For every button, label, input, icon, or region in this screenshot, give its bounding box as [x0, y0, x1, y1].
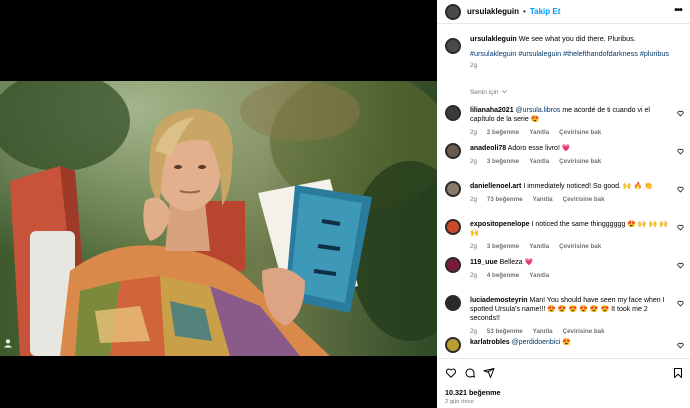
- comment-like-heart-icon[interactable]: [677, 186, 684, 193]
- bookmark-icon[interactable]: [672, 367, 684, 379]
- caption-username[interactable]: ursulakleguin: [470, 34, 517, 43]
- caption-time: 2g: [470, 62, 478, 69]
- post-time-ago: 2 gün önce: [445, 399, 474, 405]
- comment-icon[interactable]: [464, 367, 476, 379]
- post-photo[interactable]: [0, 81, 437, 356]
- comment-mention[interactable]: @perdidoenbici: [512, 339, 561, 346]
- comment-item: luciademosteyrin Man! You should have se…: [445, 290, 690, 335]
- caption-text: We see what you did there. Pluribus.: [518, 34, 636, 43]
- comment-avatar[interactable]: [445, 219, 461, 235]
- comment-username[interactable]: karlatrobles: [470, 339, 510, 346]
- comment-likes[interactable]: 3 beğenme: [487, 157, 519, 166]
- comment-time: 2g: [470, 129, 477, 136]
- photo-illustration: [0, 81, 437, 356]
- reply-button[interactable]: Yanıtla: [529, 128, 549, 137]
- comment-like-heart-icon[interactable]: [677, 148, 684, 155]
- share-icon[interactable]: [483, 367, 495, 379]
- post-side-panel: ursulakleguin • Takip Et ••• ursulaklegu…: [437, 0, 690, 408]
- post-header: ursulakleguin • Takip Et •••: [437, 0, 690, 24]
- comment-text: Adoro esse livro! 💗: [507, 145, 571, 152]
- comment-avatar[interactable]: [445, 257, 461, 273]
- caption-avatar[interactable]: [445, 38, 461, 54]
- post-media: [0, 0, 437, 408]
- post-caption: ursulakleguin We see what you did there.…: [445, 34, 685, 71]
- see-translation-button[interactable]: Çevirisine bak: [559, 157, 601, 166]
- comment-text: I immediately noticed! So good. 🙌 🔥 👏: [523, 183, 653, 190]
- comment-username[interactable]: anadeoli78: [470, 145, 506, 152]
- comment-likes[interactable]: 2 beğenme: [487, 128, 519, 137]
- comment-mention[interactable]: @ursula.libros: [516, 107, 561, 114]
- like-count[interactable]: 10.321 beğenme: [445, 388, 501, 397]
- comment-username[interactable]: daniellenoel.art: [470, 183, 521, 190]
- heart-icon[interactable]: [445, 367, 457, 379]
- post-actions-bar: 10.321 beğenme 2 gün önce: [437, 358, 690, 408]
- author-username[interactable]: ursulakleguin: [467, 7, 519, 16]
- comment-time: 2g: [470, 272, 477, 279]
- reply-button[interactable]: Yanıtla: [529, 271, 549, 280]
- comment-sort-label: Senin için: [470, 89, 499, 96]
- comment-item: expositopenelope I noticed the same thin…: [445, 214, 690, 252]
- comment-like-heart-icon[interactable]: [677, 262, 684, 269]
- comment-item: 119_uue Belleza 💗 2g 4 beğenme Yanıtla: [445, 252, 690, 290]
- comment-likes[interactable]: 73 beğenme: [487, 195, 523, 204]
- caption-hashtags[interactable]: #ursulakleguin #ursulaleguin #thelefthan…: [470, 49, 685, 59]
- chevron-down-icon: [502, 90, 508, 94]
- comment-username[interactable]: expositopenelope: [470, 221, 530, 228]
- comment-like-heart-icon[interactable]: [677, 300, 684, 307]
- comment-time: 2g: [470, 158, 477, 165]
- more-options-icon[interactable]: •••: [672, 6, 684, 16]
- comment-avatar[interactable]: [445, 337, 461, 353]
- comment-like-heart-icon[interactable]: [677, 110, 684, 117]
- comment-text: Belleza 💗: [499, 259, 534, 266]
- comment-likes[interactable]: 4 beğenme: [487, 271, 519, 280]
- comment-avatar[interactable]: [445, 143, 461, 159]
- follow-button[interactable]: Takip Et: [530, 7, 561, 16]
- user-tag-icon[interactable]: [3, 338, 13, 348]
- comment-avatar[interactable]: [445, 181, 461, 197]
- comment-username[interactable]: lilianaha2021: [470, 107, 514, 114]
- comment-username[interactable]: luciademosteyrin: [470, 297, 528, 304]
- comment-item: daniellenoel.art I immediately noticed! …: [445, 176, 690, 214]
- reply-button[interactable]: Yanıtla: [529, 157, 549, 166]
- comment-time: 2g: [470, 196, 477, 203]
- comment-like-heart-icon[interactable]: [677, 224, 684, 231]
- see-translation-button[interactable]: Çevirisine bak: [559, 128, 601, 137]
- comment-item: lilianaha2021 @ursula.libros me acordé d…: [445, 100, 690, 138]
- see-translation-button[interactable]: Çevirisine bak: [559, 242, 601, 251]
- comment-avatar[interactable]: [445, 105, 461, 121]
- author-avatar[interactable]: [445, 3, 461, 20]
- reply-button[interactable]: Yanıtla: [533, 195, 553, 204]
- comment-time: 2g: [470, 243, 477, 250]
- see-translation-button[interactable]: Çevirisine bak: [563, 195, 605, 204]
- comment-like-heart-icon[interactable]: [677, 342, 684, 349]
- comment-sort-dropdown[interactable]: Senin için: [470, 89, 508, 96]
- comment-item: anadeoli78 Adoro esse livro! 💗 2g 3 beğenm…: [445, 138, 690, 176]
- comment-avatar[interactable]: [445, 295, 461, 311]
- separator-dot: •: [523, 7, 526, 16]
- comment-likes[interactable]: 3 beğenme: [487, 242, 519, 251]
- reply-button[interactable]: Yanıtla: [529, 242, 549, 251]
- comment-username[interactable]: 119_uue: [470, 259, 498, 266]
- comment-text: 😍: [560, 339, 572, 346]
